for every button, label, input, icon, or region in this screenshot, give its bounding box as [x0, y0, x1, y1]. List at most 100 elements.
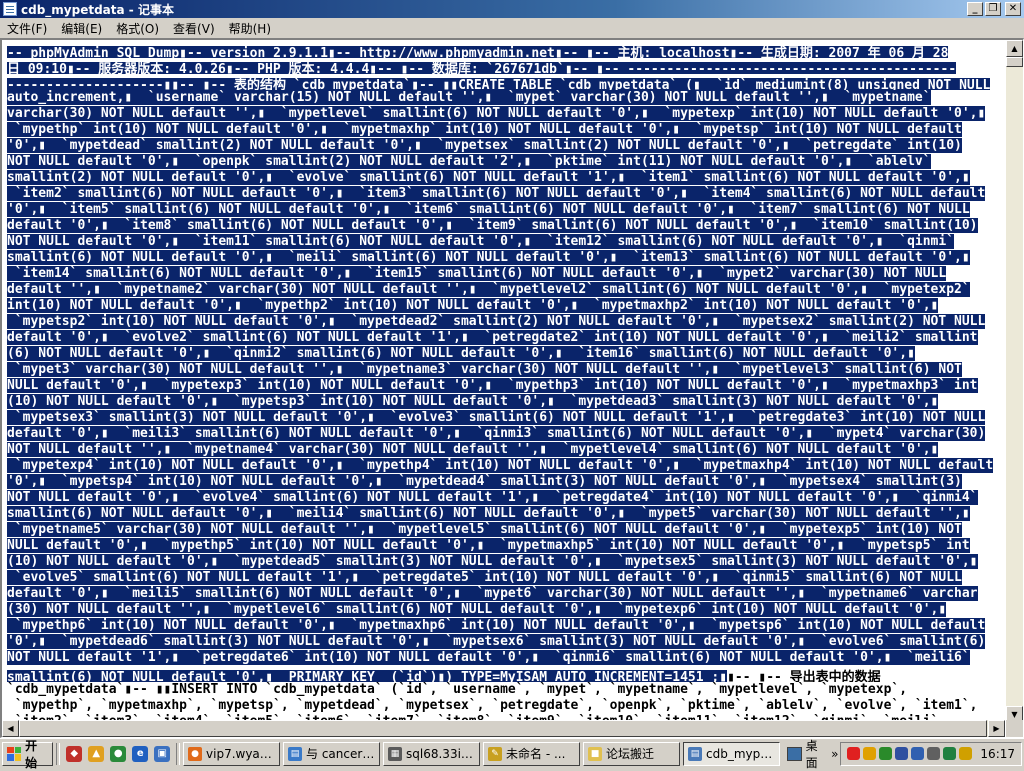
text-line[interactable]: NOT NULL default '',▮ `mypetname4` varch…: [4, 442, 1006, 458]
text-line[interactable]: (6) NOT NULL default '0',▮ `qinmi2` smal…: [4, 346, 1006, 362]
text-line[interactable]: smallint(6) NOT NULL default '0',▮ `meil…: [4, 250, 1006, 266]
task-button[interactable]: ▤cdb_mypet...: [683, 741, 781, 766]
desktop-icon: [787, 746, 802, 761]
windows-logo-icon: [7, 746, 22, 761]
text-line[interactable]: --------------------▮▮-- ▮-- 表的结构 `cdb_m…: [4, 74, 1006, 90]
task-button[interactable]: ▦sql68.33ip....: [383, 741, 481, 766]
vertical-scrollbar[interactable]: ▲ ▼: [1006, 40, 1023, 723]
task-button[interactable]: ■ 论坛搬迁: [583, 741, 681, 766]
text-line[interactable]: '0',▮ `item5` smallint(6) NOT NULL defau…: [4, 202, 1006, 218]
text-line[interactable]: `mypetsp2` int(10) NOT NULL default '0',…: [4, 314, 1006, 330]
text-line[interactable]: (30) NOT NULL default '',▮ `mypetlevel6`…: [4, 602, 1006, 618]
warning-icon[interactable]: ▲: [88, 745, 105, 762]
text-line[interactable]: `item14` smallint(6) NOT NULL default '0…: [4, 266, 1006, 282]
text-line[interactable]: default '',▮ `mypetname2` varchar(30) NO…: [4, 282, 1006, 298]
text-line[interactable]: '0',▮ `mypetdead` smallint(2) NOT NULL d…: [4, 138, 1006, 154]
task-button-label: sql68.33ip....: [406, 746, 475, 761]
text-line[interactable]: '0',▮ `mypetsp4` int(10) NOT NULL defaul…: [4, 474, 1006, 490]
antivirus-icon[interactable]: [943, 747, 957, 760]
text-line[interactable]: `cdb_mypetdata`▮-- ▮▮INSERT INTO `cdb_my…: [4, 682, 1006, 698]
text-line[interactable]: 日 09:10▮-- 服务器版本: 4.0.26▮-- PHP 版本: 4.4.…: [4, 58, 1006, 74]
text-content[interactable]: -- phpMyAdmin SQL Dump▮-- version 2.9.1.…: [4, 42, 1006, 722]
text-line[interactable]: NOT NULL default '1',▮ `petregdate6` int…: [4, 650, 1006, 666]
text-line[interactable]: (10) NOT NULL default '0',▮ `mypetsp3` i…: [4, 394, 1006, 410]
selected-text: '0',▮ `mypetsp4` int(10) NOT NULL defaul…: [7, 474, 962, 489]
window-title: cdb_mypetdata - 记事本: [21, 2, 174, 17]
system-tray: 16:17: [840, 741, 1023, 766]
text-line[interactable]: int(10) NOT NULL default '0',▮ `mypethp2…: [4, 298, 1006, 314]
text-line[interactable]: NULL default '0',▮ `mypethp5` int(10) NO…: [4, 538, 1006, 554]
text-line[interactable]: NOT NULL default '0',▮ `evolve4` smallin…: [4, 490, 1006, 506]
text-line[interactable]: `mypethp6` int(10) NOT NULL default '0',…: [4, 618, 1006, 634]
text-line[interactable]: (10) NOT NULL default '0',▮ `mypetdead5`…: [4, 554, 1006, 570]
text-line[interactable]: varchar(30) NOT NULL default '',▮ `mypet…: [4, 106, 1006, 122]
text-line[interactable]: auto_increment,▮ `username` varchar(15) …: [4, 90, 1006, 106]
text-line[interactable]: `item2` smallint(6) NOT NULL default '0'…: [4, 186, 1006, 202]
text-line[interactable]: NOT NULL default '0',▮ `item11` smallint…: [4, 234, 1006, 250]
text-line[interactable]: `mypethp` int(10) NOT NULL default '0',▮…: [4, 122, 1006, 138]
scroll-left-button[interactable]: ◀: [2, 720, 19, 737]
task-button-label: 未命名 - ...: [506, 747, 566, 761]
selected-text: `mypetsp2` int(10) NOT NULL default '0',…: [7, 314, 986, 329]
text-line[interactable]: -- phpMyAdmin SQL Dump▮-- version 2.9.1.…: [4, 42, 1006, 58]
chat-icon: ▤: [288, 746, 303, 761]
menu-file[interactable]: 文件(F): [0, 20, 54, 37]
chevron-icon[interactable]: »: [831, 747, 838, 761]
text-line[interactable]: NULL default '0',▮ `mypetexp3` int(10) N…: [4, 378, 1006, 394]
text-editor[interactable]: -- phpMyAdmin SQL Dump▮-- version 2.9.1.…: [0, 38, 1024, 738]
task-button[interactable]: ● vip7.wyaj....: [183, 741, 281, 766]
network-icon-2[interactable]: [911, 747, 925, 760]
menu-edit[interactable]: 编辑(E): [54, 20, 109, 37]
warning-tray-icon[interactable]: [959, 747, 973, 760]
start-button[interactable]: 开始: [2, 739, 54, 770]
speaker-icon[interactable]: [927, 747, 941, 760]
task-button[interactable]: ✎ 未命名 - ...: [483, 741, 581, 766]
text-line[interactable]: default '0',▮ `evolve2` smallint(6) NOT …: [4, 330, 1006, 346]
scroll-up-button[interactable]: ▲: [1006, 40, 1023, 57]
browser-icon[interactable]: ●: [110, 745, 127, 762]
menu-help[interactable]: 帮助(H): [222, 20, 278, 37]
text-line[interactable]: `mypetsex3` smallint(3) NOT NULL default…: [4, 410, 1006, 426]
selected-text: `mypethp` int(10) NOT NULL default '0',▮…: [7, 122, 962, 137]
text-line[interactable]: NOT NULL default '0',▮ `openpk` smallint…: [4, 154, 1006, 170]
text-line[interactable]: `mypethp`, `mypetmaxhp`, `mypetsp`, `myp…: [4, 698, 1006, 714]
title-bar[interactable]: cdb_mypetdata - 记事本 _ ❐ ✕: [0, 0, 1024, 18]
selected-text: `mypetexp4` int(10) NOT NULL default '0'…: [7, 458, 994, 473]
text-line[interactable]: `mypetname5` varchar(30) NOT NULL defaul…: [4, 522, 1006, 538]
desktop-toolbar-label[interactable]: 桌面: [806, 737, 828, 771]
scroll-right-button[interactable]: ▶: [988, 720, 1005, 737]
selected-text: smallint(6) NOT NULL default '0',▮ `meil…: [7, 250, 970, 265]
window-icon[interactable]: ▣: [154, 745, 171, 762]
text-line[interactable]: `mypetexp4` int(10) NOT NULL default '0'…: [4, 458, 1006, 474]
text-line[interactable]: smallint(2) NOT NULL default '0',▮ `evol…: [4, 170, 1006, 186]
text-line[interactable]: smallint(6) NOT NULL default '0',▮ PRIMA…: [4, 666, 1006, 682]
selected-text: NOT NULL default '0',▮ `openpk` smallint…: [7, 154, 931, 169]
qq-icon-2[interactable]: [863, 747, 877, 760]
shield-icon[interactable]: [879, 747, 893, 760]
menu-view[interactable]: 查看(V): [166, 20, 222, 37]
vertical-scroll-thumb[interactable]: [1006, 57, 1023, 67]
text-line[interactable]: `evolve5` smallint(6) NOT NULL default '…: [4, 570, 1006, 586]
paint-icon: ✎: [488, 746, 503, 761]
minimize-button[interactable]: _: [967, 2, 983, 16]
unselected-text: ▮-- ▮-- 导出表中的数据: [727, 670, 881, 682]
clock[interactable]: 16:17: [980, 747, 1015, 761]
red-app-icon[interactable]: ◆: [66, 745, 83, 762]
close-button[interactable]: ✕: [1005, 2, 1021, 16]
text-line[interactable]: default '0',▮ `meili5` smallint(6) NOT N…: [4, 586, 1006, 602]
network-icon[interactable]: [895, 747, 909, 760]
text-line[interactable]: default '0',▮ `item8` smallint(6) NOT NU…: [4, 218, 1006, 234]
task-button-label: vip7.wyaj....: [206, 746, 276, 761]
text-line[interactable]: default '0',▮ `meili3` smallint(6) NOT N…: [4, 426, 1006, 442]
horizontal-scroll-thumb[interactable]: [19, 720, 987, 737]
task-button[interactable]: ▤ 与 cancer ...: [283, 741, 381, 766]
selected-text: -- phpMyAdmin SQL Dump▮-- version 2.9.1.…: [7, 46, 949, 58]
text-line[interactable]: '0',▮ `mypetdead6` smallint(3) NOT NULL …: [4, 634, 1006, 650]
horizontal-scrollbar[interactable]: ◀ ▶: [2, 720, 1005, 737]
ie-icon[interactable]: e: [132, 745, 149, 762]
text-line[interactable]: `mypet3` varchar(30) NOT NULL default ''…: [4, 362, 1006, 378]
menu-format[interactable]: 格式(O): [109, 20, 166, 37]
text-line[interactable]: smallint(6) NOT NULL default '0',▮ `meil…: [4, 506, 1006, 522]
maximize-button[interactable]: ❐: [985, 2, 1001, 16]
qq-icon[interactable]: [847, 747, 861, 760]
